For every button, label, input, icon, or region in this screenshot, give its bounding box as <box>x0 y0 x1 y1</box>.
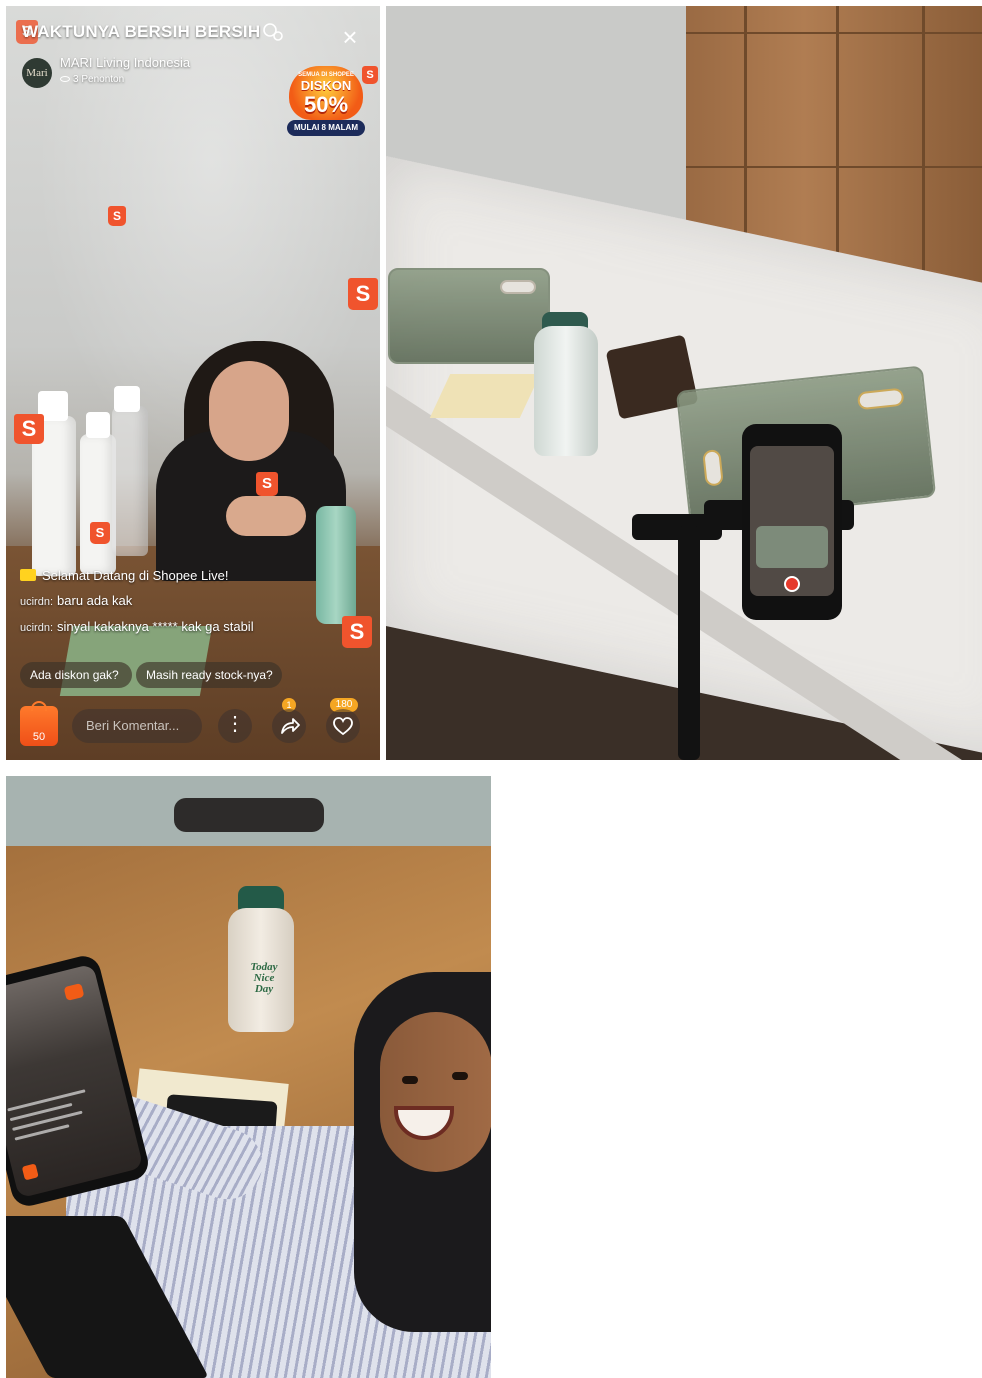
phone-on-tripod <box>742 424 842 620</box>
channel-name[interactable]: MARI Living Indonesia <box>60 55 190 70</box>
more-icon[interactable]: ⋮ <box>218 709 252 743</box>
mini-chat-line <box>12 1110 83 1131</box>
camera-preview-basket <box>756 526 828 568</box>
cabinet-seam <box>686 166 982 168</box>
chat-username: ucirdn: <box>20 596 54 608</box>
live-title: WAKTUNYA BERSIH BERSIH <box>22 22 261 41</box>
chat-username: ucirdn: <box>20 622 54 634</box>
shopping-bag-icon <box>31 701 47 711</box>
live-stream-screenshot: S S S S S S S S WAKTUNYA BERSIH BERSIH ×… <box>6 6 380 760</box>
shopee-bag-icon: S <box>90 522 110 544</box>
welcome-message: Selamat Datang di Shopee Live! <box>20 568 228 583</box>
phone-showing-live <box>6 952 152 1210</box>
close-icon[interactable]: × <box>336 24 364 52</box>
chat-message: ucirdn: sinyal kakaknya ***** kak ga stab… <box>20 618 260 637</box>
shopee-bag-icon: S <box>348 278 378 310</box>
live-bottom-bar: 50 Beri Komentar... ⋮ 1 180 <box>6 696 380 756</box>
shopping-bag-button[interactable]: 50 <box>20 701 58 746</box>
avatar[interactable]: Mari <box>22 58 52 88</box>
cabinet-seam <box>686 32 982 34</box>
mini-bag-icon <box>21 1163 39 1181</box>
host-selfie-photo: Today Nice Day <box>6 776 491 1378</box>
shopee-bag-icon: S <box>108 206 126 226</box>
bottle-print: Today Nice Day <box>250 961 278 995</box>
phone-live-screen <box>6 963 144 1199</box>
shopee-bag-icon: S <box>342 616 372 648</box>
basket-handle <box>500 280 536 294</box>
promo-percent: 50% <box>303 92 349 117</box>
cabinet-seam <box>922 6 925 296</box>
mini-promo-badge <box>63 983 85 1001</box>
bubbles-icon <box>263 23 283 41</box>
green-basket <box>388 268 550 364</box>
quick-reply-chip[interactable]: Masih ready stock-nya? <box>136 662 282 688</box>
host-face <box>209 361 289 461</box>
tripod-setup-photo <box>386 6 982 760</box>
chat-message: ucirdn: baru ada kak <box>20 593 132 608</box>
record-button <box>784 576 800 592</box>
promo-time: MULAI 8 MALAM <box>287 120 365 136</box>
comment-input[interactable]: Beri Komentar... <box>72 709 202 743</box>
chat-text: sinyal kakaknya ***** kak ga stabil <box>57 619 254 634</box>
promo-badge[interactable]: SEMUA DI SHOPEE DISKON 50% MULAI 8 MALAM <box>285 62 367 140</box>
viewer-count: 3 Penonton <box>60 74 124 85</box>
tripod-pole <box>678 526 700 760</box>
host-hands <box>226 496 306 536</box>
viewer-count-label: 3 Penonton <box>73 74 125 85</box>
spray-bottle-head <box>86 412 110 438</box>
basket-handle <box>856 387 905 411</box>
eye <box>452 1072 468 1080</box>
quick-reply-chip[interactable]: Ada diskon gak? <box>20 662 132 688</box>
like-button[interactable] <box>326 709 360 743</box>
share-button[interactable] <box>272 709 306 743</box>
share-icon <box>281 718 300 734</box>
water-bottle <box>534 326 598 456</box>
bag-count: 50 <box>32 731 46 743</box>
basket-handle <box>702 449 724 487</box>
spray-bottle <box>112 406 148 556</box>
phone-camera-screen <box>750 446 834 596</box>
speaker-icon <box>20 569 36 581</box>
eye-icon <box>60 76 70 83</box>
shopee-bag-icon: S <box>256 472 278 496</box>
heart-icon <box>333 717 353 736</box>
chat-text: baru ada kak <box>57 593 133 608</box>
host-face <box>380 1012 491 1172</box>
welcome-text: Selamat Datang di Shopee Live! <box>42 568 229 583</box>
shopee-bag-icon: S <box>14 414 44 444</box>
spray-bottle <box>80 434 116 574</box>
chair-back <box>174 798 324 832</box>
spray-bottle-head <box>114 386 140 412</box>
green-drink-bottle <box>316 506 356 624</box>
promo-label: DISKON <box>300 78 352 93</box>
eye <box>402 1076 418 1084</box>
